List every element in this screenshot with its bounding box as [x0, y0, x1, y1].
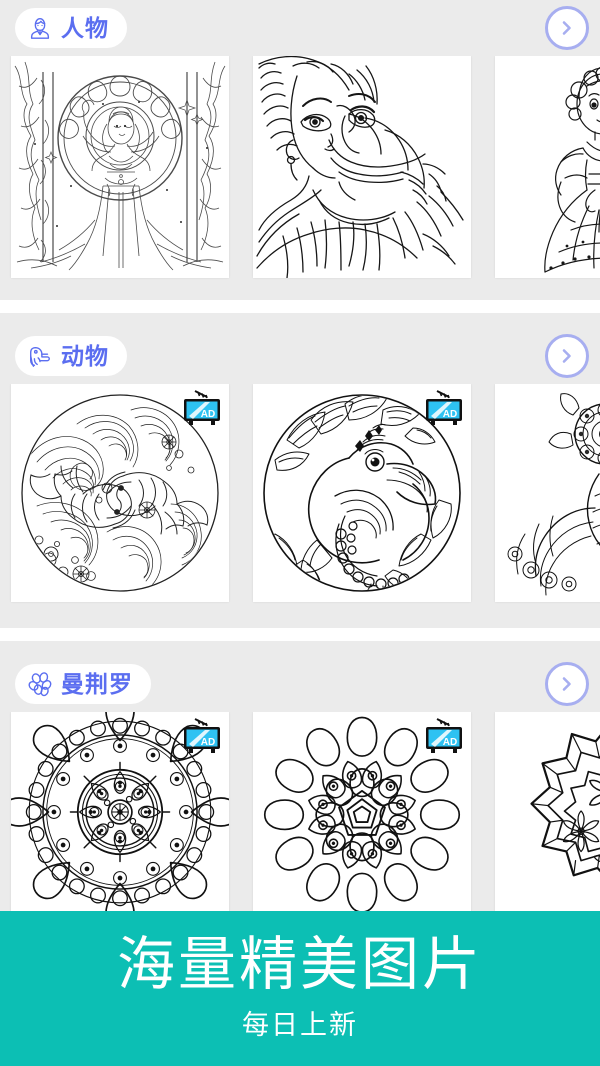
svg-text:AD: AD — [201, 409, 215, 420]
card-mandala-1[interactable]: AD — [11, 712, 229, 912]
category-label-mandala: 曼荆罗 — [61, 670, 133, 697]
category-label-animals: 动物 — [61, 342, 109, 369]
card-row-animals[interactable]: AD AD — [0, 384, 600, 608]
chevron-right-icon — [558, 675, 576, 693]
flower-petals-icon — [27, 671, 53, 697]
promo-banner-title: 海量精美图片 — [116, 931, 483, 997]
card-animals-3[interactable] — [495, 384, 600, 602]
card-people-1[interactable] — [11, 56, 229, 278]
svg-text:AD: AD — [443, 409, 457, 420]
bird-toucan-icon — [27, 343, 53, 369]
ad-badge-mandala-2[interactable]: AD — [423, 718, 465, 758]
card-mandala-3[interactable] — [495, 712, 600, 912]
more-button-animals[interactable] — [545, 334, 589, 378]
person-portrait-icon — [27, 15, 53, 41]
section-divider-1 — [0, 300, 600, 313]
card-mandala-2[interactable]: AD — [253, 712, 471, 912]
card-animals-1[interactable]: AD — [11, 384, 229, 602]
app-root: 人物 动物 AD AD 曼荆罗 AD AD 海量精美图片 每日上新 — [0, 0, 600, 1066]
card-people-3[interactable] — [495, 56, 600, 278]
card-row-people[interactable] — [0, 56, 600, 286]
card-animals-2[interactable]: AD — [253, 384, 471, 602]
category-label-people: 人物 — [61, 14, 109, 41]
chevron-right-icon — [558, 19, 576, 37]
more-button-people[interactable] — [545, 6, 589, 50]
chevron-right-icon — [558, 347, 576, 365]
ad-badge-animals-1[interactable]: AD — [181, 390, 223, 430]
ad-badge-mandala-1[interactable]: AD — [181, 718, 223, 758]
promo-banner-subtitle: 每日上新 — [242, 1010, 358, 1041]
section-header-animals: 动物 — [0, 328, 600, 384]
card-row-mandala[interactable]: AD AD — [0, 712, 600, 912]
category-pill-people[interactable]: 人物 — [15, 8, 127, 48]
ad-badge-animals-2[interactable]: AD — [423, 390, 465, 430]
category-pill-mandala[interactable]: 曼荆罗 — [15, 664, 151, 704]
category-pill-animals[interactable]: 动物 — [15, 336, 127, 376]
card-people-2[interactable] — [253, 56, 471, 278]
section-people: 人物 — [0, 0, 600, 300]
svg-text:AD: AD — [201, 737, 215, 748]
section-header-people: 人物 — [0, 0, 600, 56]
section-divider-2 — [0, 628, 600, 641]
svg-text:AD: AD — [443, 737, 457, 748]
section-mandala: 曼荆罗 AD AD — [0, 656, 600, 916]
promo-banner: 海量精美图片 每日上新 — [0, 911, 600, 1066]
section-header-mandala: 曼荆罗 — [0, 656, 600, 712]
more-button-mandala[interactable] — [545, 662, 589, 706]
section-animals: 动物 AD AD — [0, 328, 600, 628]
